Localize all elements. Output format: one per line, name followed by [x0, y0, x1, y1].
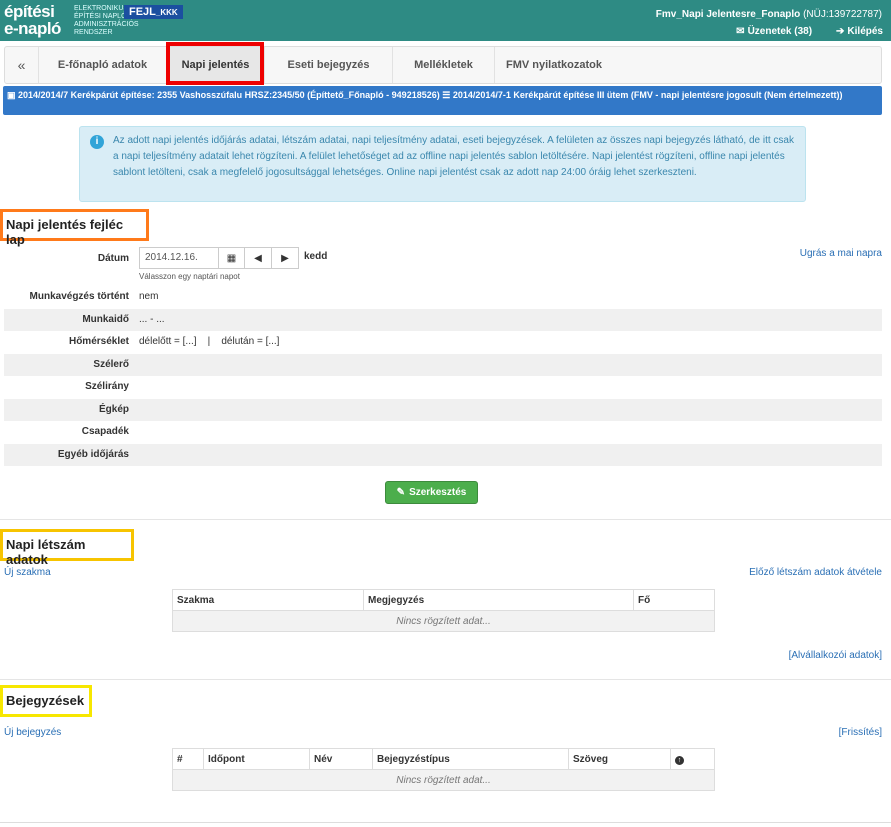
date-hint: Válasszon egy naptári napot: [139, 272, 240, 281]
highlight-box-red: [166, 42, 264, 85]
tab-fmv-nyilatkozatok[interactable]: FMV nyilatkozatok: [495, 47, 613, 83]
field-label: Munkaidő: [82, 314, 129, 325]
field-label: Munkavégzés történt: [29, 291, 129, 302]
section-title-text: Napi létszám adatok: [6, 537, 86, 567]
field-label: Szélirány: [85, 381, 129, 392]
project-sub[interactable]: 2014/2014/7-1 Kerékpárút építése III üte…: [453, 90, 843, 100]
field-value: nem: [139, 291, 159, 302]
field-label: Hőmérséklet: [68, 336, 129, 347]
info-text: Az adott napi jelentés időjárás adatai, …: [113, 135, 794, 178]
user-name: Fmv_Napi Jelentesre_Fonaplo (NÜJ:1397227…: [656, 9, 882, 20]
info-alert: i Az adott napi jelentés időjárás adatai…: [79, 126, 806, 202]
form-row: Szélirány: [4, 376, 882, 398]
tab-mellekletek[interactable]: Mellékletek: [393, 47, 495, 83]
edit-button[interactable]: ✎ Szerkesztés: [385, 481, 478, 504]
calendar-icon[interactable]: ▦: [218, 247, 245, 269]
logout-label: Kilépés: [847, 26, 883, 37]
pencil-icon: ✎: [396, 487, 406, 498]
logo-line2: e-napló: [4, 19, 61, 38]
table-header-row: Szakma Megjegyzés Fő: [172, 589, 715, 611]
table-row: Nincs rögzített adat...: [172, 769, 715, 791]
back-button[interactable]: «: [5, 47, 39, 83]
column-header[interactable]: Bejegyzéstípus: [372, 748, 569, 770]
tab-bar: « E-főnapló adatok Napi jelentés Eseti b…: [4, 46, 882, 84]
weekday: kedd: [304, 251, 328, 262]
form-row-date: Dátum: [4, 247, 882, 269]
entries-table: # Időpont Név Bejegyzéstípus Szöveg ↑ Ni…: [172, 748, 715, 791]
divider: [0, 679, 891, 680]
arrow-up-icon: ↑: [675, 755, 684, 765]
form-row: Egyéb időjárás: [4, 444, 882, 466]
envelope-icon: ✉: [736, 26, 745, 37]
badge-sub: _KKK: [155, 8, 178, 17]
date-label: Dátum: [97, 253, 129, 264]
field-label: Csapadék: [81, 426, 129, 437]
chevron-right-icon[interactable]: ▶: [272, 247, 299, 269]
section-title-text: Napi jelentés fejléc lap: [6, 217, 124, 247]
form-row: Munkaidő ... - ...: [4, 309, 882, 331]
form-row: Hőmérséklet délelőtt = [...] | délután =…: [4, 331, 882, 353]
staff-table: Szakma Megjegyzés Fő Nincs rögzített ada…: [172, 589, 715, 632]
column-header[interactable]: Szöveg: [568, 748, 671, 770]
form-row: Szélerő: [4, 354, 882, 376]
table-header-row: # Időpont Név Bejegyzéstípus Szöveg ↑: [172, 748, 715, 770]
column-header[interactable]: ↑: [670, 748, 715, 770]
subcontractor-link[interactable]: [Alvállalkozói adatok]: [789, 650, 882, 661]
refresh-link[interactable]: [Frissítés]: [839, 727, 882, 738]
column-header[interactable]: Megjegyzés: [363, 589, 634, 611]
top-bar: építési e-napló ELEKTRONIKUS ÉPÍTÉSI NAP…: [0, 0, 891, 41]
tab-e-fonaplo-adatok[interactable]: E-főnapló adatok: [39, 47, 167, 83]
column-header[interactable]: Fő: [633, 589, 715, 611]
table-row: Nincs rögzített adat...: [172, 610, 715, 632]
column-header[interactable]: Időpont: [203, 748, 310, 770]
new-trade-link[interactable]: Új szakma: [4, 567, 51, 578]
copy-previous-staff-link[interactable]: Előző létszám adatok átvétele: [749, 567, 882, 578]
environment-badge: FEJL_KKK: [124, 5, 183, 19]
date-picker: 2014.12.16. ▦ ◀ ▶: [139, 247, 299, 269]
info-icon: i: [90, 135, 104, 149]
form-row: Égkép: [4, 399, 882, 421]
date-input[interactable]: 2014.12.16.: [139, 247, 218, 269]
section-title-text: Bejegyzések: [6, 693, 85, 708]
messages-label: Üzenetek (38): [747, 26, 813, 37]
logo-sub-line: RENDSZER: [74, 29, 113, 36]
column-header[interactable]: Név: [309, 748, 373, 770]
tab-eseti-bejegyzes[interactable]: Eseti bejegyzés: [265, 47, 393, 83]
app-logo[interactable]: építési e-napló: [4, 2, 66, 38]
column-header[interactable]: #: [172, 748, 204, 770]
project-breadcrumb: ▣ 2014/2014/7 Kerékpárút építése: 2355 V…: [3, 86, 882, 115]
list-icon: ☰: [442, 90, 451, 100]
messages-link[interactable]: ✉ Üzenetek (38): [736, 26, 812, 37]
today-link[interactable]: Ugrás a mai napra: [800, 248, 882, 259]
field-value: ... - ...: [139, 314, 165, 325]
column-header[interactable]: Szakma: [172, 589, 364, 611]
user-id: (NÜJ:139722787): [803, 9, 882, 20]
empty-message: Nincs rögzített adat...: [172, 610, 715, 632]
section-title-staff: Napi létszám adatok: [0, 529, 134, 567]
form-row: Csapadék: [4, 421, 882, 443]
field-value: délelőtt = [...] | délután = [...]: [139, 336, 280, 347]
new-entry-link[interactable]: Új bejegyzés: [4, 727, 61, 738]
field-label: Egyéb időjárás: [57, 449, 129, 460]
arrow-right-icon: ➔: [836, 26, 845, 37]
section-title-header: Napi jelentés fejléc lap: [0, 209, 149, 247]
empty-message: Nincs rögzített adat...: [172, 769, 715, 791]
logout-link[interactable]: ➔ Kilépés: [836, 26, 883, 37]
badge-main: FEJL: [129, 6, 156, 18]
edit-button-label: Szerkesztés: [409, 487, 467, 498]
user-label: Fmv_Napi Jelentesre_Fonaplo: [655, 9, 801, 20]
divider: [0, 519, 891, 520]
project-main[interactable]: 2014/2014/7 Kerékpárút építése: 2355 Vas…: [18, 90, 440, 100]
document-icon: ▣: [7, 90, 16, 100]
field-label: Égkép: [98, 404, 129, 415]
form-row: Munkavégzés történt nem: [4, 286, 882, 308]
field-label: Szélerő: [93, 359, 129, 370]
section-title-entries: Bejegyzések: [0, 685, 92, 717]
logo-sub-line: ADMINISZTRÁCIÓS: [74, 21, 139, 28]
chevron-left-icon[interactable]: ◀: [245, 247, 272, 269]
page-bottom-border: [0, 822, 891, 827]
